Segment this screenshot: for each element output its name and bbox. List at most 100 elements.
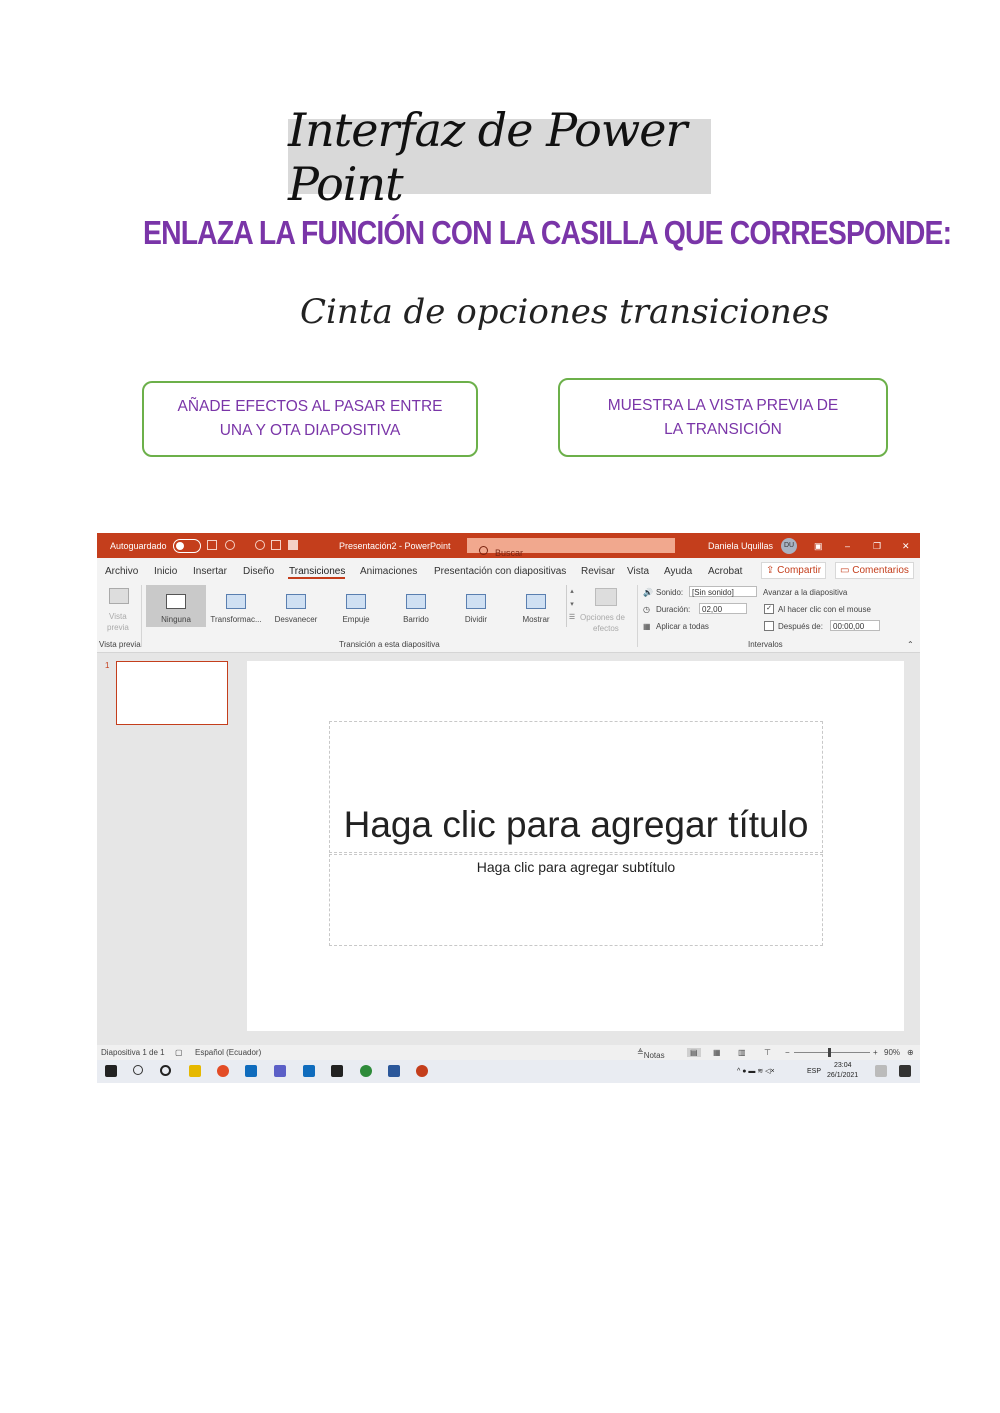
autosave-toggle[interactable]	[173, 539, 201, 553]
after-label: Después de:	[778, 622, 823, 631]
cortana-icon[interactable]	[160, 1065, 171, 1076]
transition-barrido[interactable]: Barrido	[386, 585, 446, 627]
tab-revisar[interactable]: Revisar	[581, 566, 615, 577]
avatar[interactable]: DU	[781, 538, 797, 554]
app-icon[interactable]	[360, 1065, 372, 1077]
duration-value: 02,00	[702, 605, 723, 614]
tab-archivo[interactable]: Archivo	[105, 566, 138, 577]
clock-icon: ◷	[643, 605, 650, 614]
layout-icon[interactable]	[288, 540, 298, 550]
transition-desvanecer[interactable]: Desvanecer	[266, 585, 326, 627]
mail-icon[interactable]	[245, 1065, 257, 1077]
sound-select[interactable]: [Sin sonido]	[689, 586, 757, 597]
tab-vista[interactable]: Vista	[627, 566, 649, 577]
transition-desvanecer-icon	[286, 594, 306, 609]
zoom-slider[interactable]	[794, 1048, 870, 1057]
tab-acrobat[interactable]: Acrobat	[708, 566, 742, 577]
after-time-input[interactable]: 00:00,00	[830, 620, 880, 631]
minimize-icon[interactable]: –	[845, 541, 850, 551]
search-icon[interactable]	[133, 1065, 143, 1075]
timing-group-label: Intervalos	[748, 640, 783, 649]
title-placeholder[interactable]: Haga clic para agregar título	[329, 721, 823, 853]
transition-mostrar[interactable]: Mostrar	[506, 585, 566, 627]
slide-number: 1	[105, 661, 110, 670]
tab-inicio[interactable]: Inicio	[154, 566, 177, 577]
teams-icon[interactable]	[274, 1065, 286, 1077]
share-label: Compartir	[777, 565, 822, 576]
windows-start-icon[interactable]	[105, 1065, 117, 1077]
language-label[interactable]: Español (Ecuador)	[195, 1048, 261, 1057]
transition-dividir-label: Dividir	[464, 615, 488, 624]
zoom-in-icon[interactable]: +	[873, 1048, 878, 1057]
title-placeholder-text: Haga clic para agregar título	[343, 804, 809, 845]
tab-diseno[interactable]: Diseño	[243, 566, 274, 577]
ribbon-display-icon[interactable]: ▣	[814, 541, 823, 552]
notifications-icon[interactable]	[899, 1065, 911, 1077]
gallery-scroll[interactable]: ▴ ▾ ☰	[566, 585, 577, 627]
undo-icon[interactable]	[225, 540, 235, 550]
zoom-slider-thumb[interactable]	[828, 1048, 831, 1057]
worksheet-subtitle: Cinta de opciones transiciones	[300, 292, 830, 332]
tab-ayuda[interactable]: Ayuda	[664, 566, 692, 577]
accessibility-icon[interactable]: ▢	[175, 1048, 183, 1057]
transition-empuje-label: Empuje	[342, 615, 370, 624]
on-click-label: Al hacer clic con el mouse	[778, 605, 871, 614]
effect-options-icon	[595, 588, 617, 606]
search-box[interactable]: Buscar	[467, 538, 675, 558]
zoom-out-icon[interactable]: −	[785, 1048, 790, 1057]
outlook-icon[interactable]	[303, 1065, 315, 1077]
sound-value: [Sin sonido]	[692, 588, 734, 597]
transition-empuje[interactable]: Empuje	[326, 585, 386, 627]
preview-button[interactable]: Vista previa	[103, 585, 135, 633]
reading-view-icon[interactable]: ▥	[738, 1048, 746, 1057]
action-center-icon[interactable]	[875, 1065, 887, 1077]
after-checkbox[interactable]	[764, 621, 774, 631]
user-name: Daniela Uquillas	[708, 541, 774, 551]
notes-button[interactable]: ≜ Notas	[637, 1048, 665, 1060]
share-button[interactable]: ⇪ Compartir	[761, 562, 827, 579]
duration-input[interactable]: 02,00	[699, 603, 747, 614]
ribbon: Vista previa Vista previa Ninguna Transf…	[97, 582, 920, 653]
tab-animaciones[interactable]: Animaciones	[360, 566, 417, 577]
save-icon[interactable]	[207, 540, 217, 550]
apply-all-button[interactable]: Aplicar a todas	[656, 622, 709, 631]
tab-presentacion[interactable]: Presentación con diapositivas	[434, 566, 566, 577]
ribbon-separator	[141, 585, 142, 647]
transition-transformacion-label: Transformac...	[210, 615, 262, 624]
acrobat-icon[interactable]	[331, 1065, 343, 1077]
transition-transformacion[interactable]: Transformac...	[206, 585, 266, 627]
advance-label: Avanzar a la diapositiva	[763, 588, 848, 597]
slideshow-icon[interactable]: ⊤	[764, 1048, 771, 1057]
windows-taskbar: ^ ● ▬ ≋ ◁× ESP 23:04 26/1/2021	[97, 1060, 920, 1083]
subtitle-placeholder[interactable]: Haga clic para agregar subtítulo	[329, 854, 823, 946]
tray-icons[interactable]: ^ ● ▬ ≋ ◁×	[737, 1067, 775, 1075]
tab-insertar[interactable]: Insertar	[193, 566, 227, 577]
collapse-ribbon-icon[interactable]: ⌃	[907, 640, 914, 649]
restore-icon[interactable]: ❐	[873, 541, 881, 552]
transition-empuje-icon	[346, 594, 366, 609]
transition-dividir[interactable]: Dividir	[446, 585, 506, 627]
zoom-level[interactable]: 90%	[884, 1048, 900, 1057]
transition-ninguna[interactable]: Ninguna	[146, 585, 206, 627]
tray-time[interactable]: 23:04	[834, 1062, 852, 1069]
answer-box-1[interactable]: AÑADE EFECTOS AL PASAR ENTRE UNA Y OTA D…	[142, 381, 478, 457]
tab-transiciones[interactable]: Transiciones	[289, 566, 345, 577]
powerpoint-icon[interactable]	[416, 1065, 428, 1077]
word-icon[interactable]	[388, 1065, 400, 1077]
on-click-checkbox[interactable]: ✓	[764, 604, 774, 614]
normal-view-icon[interactable]: ▤	[687, 1048, 701, 1057]
fit-slide-icon[interactable]: ⊕	[907, 1048, 914, 1057]
close-icon[interactable]: ✕	[902, 541, 910, 552]
tray-language[interactable]: ESP	[807, 1068, 821, 1075]
answer-box-2[interactable]: MUESTRA LA VISTA PREVIA DE LA TRANSICIÓN	[558, 378, 888, 457]
comments-button[interactable]: ▭ Comentarios	[835, 562, 914, 579]
file-explorer-icon[interactable]	[189, 1065, 201, 1077]
chrome-icon[interactable]	[217, 1065, 229, 1077]
tray-date[interactable]: 26/1/2021	[827, 1072, 858, 1079]
present-icon[interactable]	[271, 540, 281, 550]
slide-thumbnail[interactable]	[116, 661, 228, 725]
transition-mostrar-icon	[526, 594, 546, 609]
redo-icon[interactable]	[255, 540, 265, 550]
slide-sorter-icon[interactable]: ▦	[713, 1048, 721, 1057]
effect-options-button[interactable]: Opciones de efectos	[579, 585, 631, 633]
